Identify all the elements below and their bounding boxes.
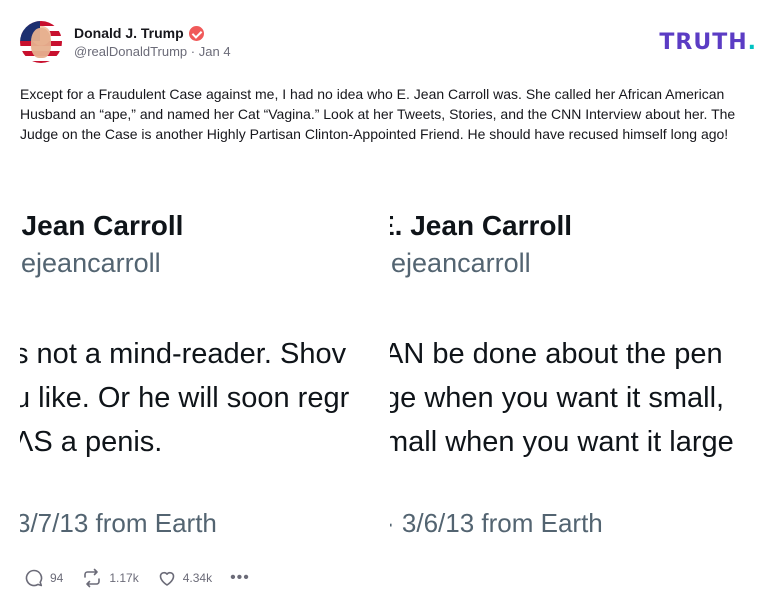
post-text: Except for a Fraudulent Case against me,… bbox=[20, 86, 736, 142]
name-row: Donald J. Trump bbox=[74, 25, 231, 41]
post-date[interactable]: Jan 4 bbox=[199, 44, 231, 59]
reply-button[interactable]: 94 bbox=[24, 568, 63, 588]
retruth-icon bbox=[84, 568, 101, 588]
tweet-line: ge when you want it small, bbox=[390, 382, 725, 414]
tweet-line: AN be done about the pen bbox=[390, 338, 723, 370]
truth-logo: TRUTH. bbox=[659, 30, 757, 55]
tweet-date: · 3/6/13 from Earth bbox=[390, 508, 603, 538]
reply-count: 94 bbox=[50, 571, 64, 585]
like-button[interactable]: 4.34k bbox=[157, 568, 212, 588]
author-name[interactable]: Donald J. Trump bbox=[74, 25, 184, 41]
reply-icon bbox=[25, 569, 43, 587]
tweet-author-name: Ε. Jean Carroll bbox=[390, 210, 573, 241]
tweet-author-handle: ɒejeancarroll bbox=[20, 248, 161, 278]
author-handle[interactable]: @realDonaldTrump bbox=[74, 44, 187, 59]
tweet-line: u like. Or he will soon regr bbox=[20, 382, 350, 414]
retruth-count: 1.17k bbox=[109, 571, 139, 585]
retruth-button[interactable]: 1.17k bbox=[81, 568, 139, 588]
like-icon bbox=[159, 571, 175, 586]
tweet-author-name: . Jean Carroll bbox=[20, 210, 184, 241]
post-header: Donald J. Trump @realDonaldTrump · Jan 4 bbox=[20, 20, 231, 64]
tweet-line: mall when you want it large bbox=[390, 426, 734, 458]
tweet-line: s not a mind-reader. Shov bbox=[20, 338, 347, 370]
avatar[interactable] bbox=[20, 21, 62, 63]
tweet-line: ΛS a penis. bbox=[20, 426, 163, 458]
more-icon[interactable]: ••• bbox=[230, 570, 250, 586]
author-meta: @realDonaldTrump · Jan 4 bbox=[74, 44, 231, 59]
like-count: 4.34k bbox=[182, 571, 213, 585]
tweet-author-handle: ɒejeancarroll bbox=[390, 248, 531, 278]
logo-text: TRUTH bbox=[659, 30, 748, 55]
tweet-screenshot-left: . Jean Carroll ɒejeancarroll s not a min… bbox=[20, 182, 380, 557]
tweet-screenshot-right: Ε. Jean Carroll ɒejeancarroll AN be done… bbox=[390, 182, 760, 557]
verified-badge-icon bbox=[188, 25, 204, 41]
logo-dot: . bbox=[747, 30, 757, 55]
author-block: Donald J. Trump @realDonaldTrump · Jan 4 bbox=[74, 25, 231, 59]
post-image[interactable]: . Jean Carroll ɒejeancarroll s not a min… bbox=[20, 182, 760, 557]
meta-separator: · bbox=[190, 44, 196, 59]
action-bar: 94 1.17k 4.34k ••• bbox=[24, 566, 250, 590]
tweet-date: 3/7/13 from Earth bbox=[20, 508, 217, 538]
